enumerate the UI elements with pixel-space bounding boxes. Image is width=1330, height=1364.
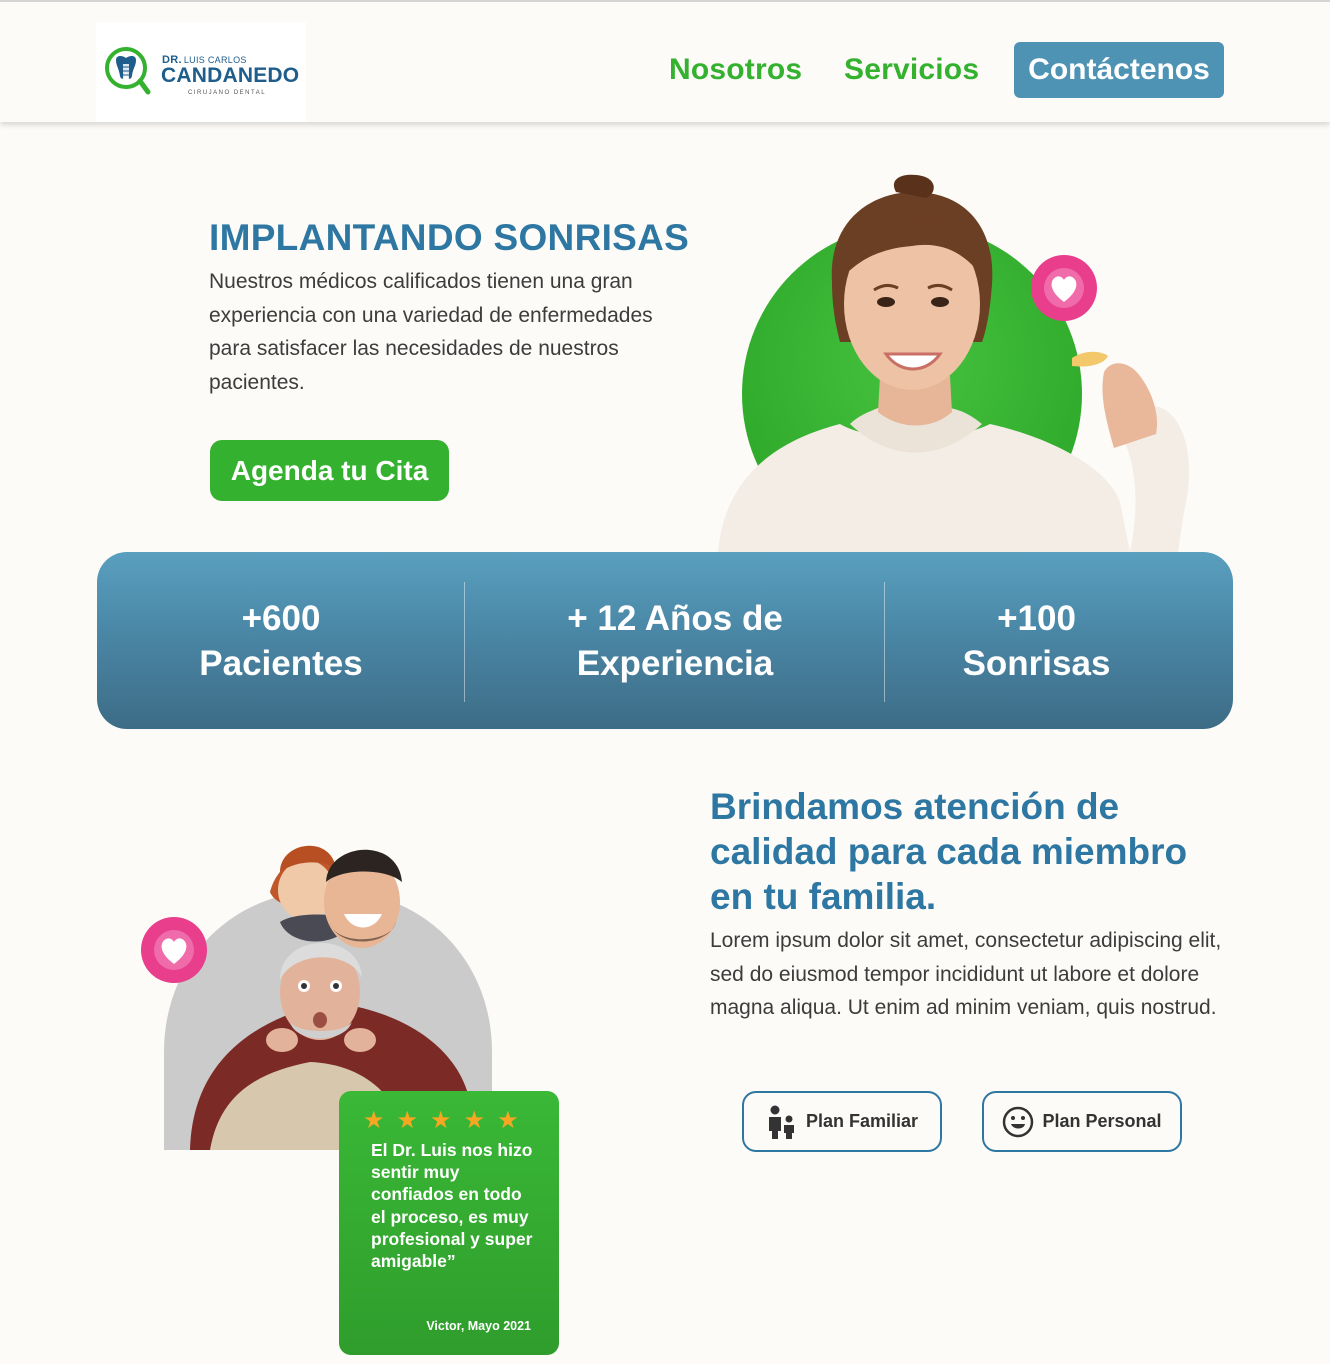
logo[interactable]: DR. LUIS CARLOS CANDANEDO CIRUJANO DENTAL <box>96 22 306 122</box>
plan-familiar-label: Plan Familiar <box>805 1111 919 1131</box>
testimonial-card: ★ ★ ★ ★ ★ El Dr. Luis nos hizo sentir mu… <box>339 1091 559 1355</box>
hero-title: IMPLANTANDO SONRISAS <box>209 217 690 258</box>
stat-value: + 12 Años de <box>567 598 783 638</box>
star-icon: ★ <box>463 1107 486 1134</box>
book-appointment-button[interactable]: Agenda tu Cita <box>210 440 449 501</box>
rating-stars: ★ ★ ★ ★ ★ <box>363 1109 519 1133</box>
plan-familiar-button[interactable]: Plan Familiar <box>742 1091 942 1152</box>
tooth-logo-icon <box>105 47 151 95</box>
stat-label: Pacientes <box>199 643 363 683</box>
nav-servicios[interactable]: Servicios <box>844 42 979 98</box>
family-icon <box>768 1105 794 1139</box>
stat-value: +100 <box>997 598 1076 638</box>
hero-description: Nuestros médicos calificados tienen una … <box>209 270 653 394</box>
logo-subtitle: CIRUJANO DENTAL <box>188 90 267 96</box>
family-section-title: Brindamos atención de calidad para cada … <box>710 786 1188 917</box>
contact-button[interactable]: Contáctenos <box>1014 42 1224 98</box>
star-icon: ★ <box>430 1107 452 1134</box>
stat-experience: + 12 Años de Experiencia <box>465 552 885 729</box>
smiley-icon <box>1003 1106 1034 1137</box>
stat-label: Experiencia <box>576 643 774 683</box>
testimonial-author: Victor, Mayo 2021 <box>426 1319 531 1333</box>
smiling-girl-image <box>718 174 1190 552</box>
stat-patients: +600 Pacientes <box>97 552 465 729</box>
star-icon: ★ <box>497 1107 519 1134</box>
stats-banner: +600 Pacientes + 12 Años de Experiencia … <box>97 552 1233 729</box>
family-section-text: Lorem ipsum dolor sit amet, consectetur … <box>710 929 1222 1019</box>
plan-personal-label: Plan Personal <box>1042 1111 1162 1131</box>
logo-surname: CANDANEDO <box>161 64 300 87</box>
star-icon: ★ <box>363 1107 385 1134</box>
nav-nosotros[interactable]: Nosotros <box>669 42 802 98</box>
testimonial-quote: El Dr. Luis nos hizo sentir muy confiado… <box>371 1140 533 1272</box>
stat-label: Sonrisas <box>962 643 1111 683</box>
plan-personal-button[interactable]: Plan Personal <box>982 1091 1182 1152</box>
stat-value: +600 <box>241 598 321 638</box>
stat-smiles: +100 Sonrisas <box>885 552 1188 729</box>
star-icon: ★ <box>396 1107 419 1134</box>
site-header: DR. LUIS CARLOS CANDANEDO CIRUJANO DENTAL… <box>0 2 1330 122</box>
